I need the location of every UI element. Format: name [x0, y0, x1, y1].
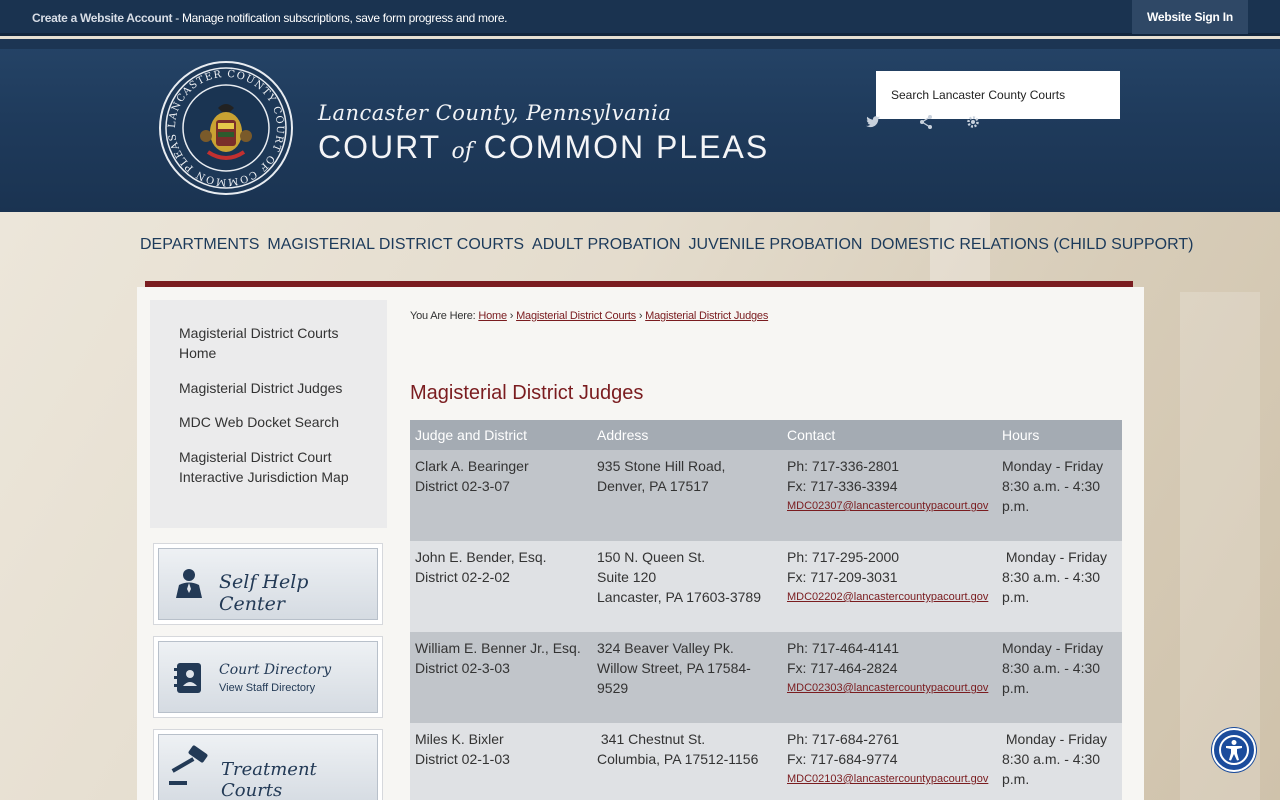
hours-days: Monday - Friday	[1002, 731, 1108, 747]
address-line: 341 Chestnut St.	[597, 731, 706, 747]
top-bar: Create a Website Account - Manage notifi…	[0, 0, 1280, 36]
account-message: Create a Website Account - Manage notifi…	[32, 11, 508, 25]
table-header-row: Judge and District Address Contact Hours	[410, 420, 1122, 450]
sidemenu-item-jurisdiction-map[interactable]: Magisterial District Court Interactive J…	[179, 447, 354, 487]
judge-district: District 02-3-07	[415, 478, 510, 494]
court-directory-button[interactable]: Court Directory View Staff Directory	[153, 636, 383, 718]
table-row: William E. Benner Jr., Esq. District 02-3…	[410, 632, 1122, 723]
sidemenu-item-judges[interactable]: Magisterial District Judges	[179, 378, 359, 398]
account-message-text: - Manage notification subscriptions, sav…	[172, 11, 508, 25]
self-help-label: Self Help Center	[219, 571, 309, 615]
table-row: Clark A. Bearinger District 02-3-07 935 S…	[410, 450, 1122, 541]
hours-time: 8:30 a.m. - 4:30 p.m.	[1002, 569, 1101, 605]
address-line: Lancaster, PA 17603-3789	[597, 589, 761, 605]
col-header-address: Address	[592, 420, 782, 450]
phone: Ph: 717-295-2000	[787, 549, 900, 565]
col-header-hours: Hours	[997, 420, 1122, 450]
sidemenu-item-mdc-home[interactable]: Magisterial District Courts Home	[179, 323, 359, 363]
treatment-courts-label: Treatment Courts	[221, 759, 317, 800]
sign-in-button[interactable]: Website Sign In	[1132, 0, 1248, 34]
judges-table: Judge and District Address Contact Hours…	[410, 420, 1122, 800]
email-link[interactable]: MDC02307@lancastercountypacourt.gov	[787, 496, 992, 516]
hours-time: 8:30 a.m. - 4:30 p.m.	[1002, 751, 1101, 787]
judge-district: District 02-1-03	[415, 751, 510, 767]
nav-adult-probation[interactable]: ADULT PROBATION	[532, 236, 680, 254]
breadcrumb-home[interactable]: Home	[478, 310, 507, 322]
site-title-line2: COURT of COMMON PLEAS	[318, 129, 770, 165]
email-link[interactable]: MDC02303@lancastercountypacourt.gov	[787, 678, 992, 698]
breadcrumb-judges[interactable]: Magisterial District Judges	[645, 310, 768, 322]
judge-district: District 02-2-02	[415, 569, 510, 585]
site-title-line1: Lancaster County, Pennsylvania	[318, 101, 672, 125]
self-help-button[interactable]: Self Help Center	[153, 543, 383, 625]
court-directory-sublabel: View Staff Directory	[219, 682, 316, 694]
email-link[interactable]: MDC02202@lancastercountypacourt.gov	[787, 587, 992, 607]
address-line: Willow Street, PA 17584-9529	[597, 660, 751, 696]
hours-days: Monday - Friday	[1002, 640, 1104, 656]
accessibility-button[interactable]	[1212, 728, 1256, 772]
side-menu: Magisterial District Courts Home Magiste…	[150, 300, 387, 528]
person-icon	[176, 569, 202, 598]
address-book-icon	[174, 663, 201, 693]
nav-departments[interactable]: DEPARTMENTS	[140, 236, 259, 254]
judge-name: Miles K. Bixler	[415, 731, 504, 747]
twitter-icon[interactable]	[865, 114, 881, 130]
phone: Ph: 717-684-2761	[787, 731, 900, 747]
address-line: Columbia, PA 17512-1156	[597, 751, 759, 767]
col-header-contact: Contact	[782, 420, 997, 450]
fax: Fx: 717-336-3394	[787, 478, 898, 494]
gear-icon[interactable]	[965, 114, 981, 130]
nav-magisterial-district-courts[interactable]: MAGISTERIAL DISTRICT COURTS	[267, 236, 524, 254]
judge-name: John E. Bender, Esq.	[415, 549, 547, 565]
breadcrumb: You Are Here: Home › Magisterial Distric…	[410, 310, 769, 322]
site-title[interactable]: Lancaster County, Pennsylvania COURT of …	[318, 101, 769, 166]
hours-days: Monday - Friday	[1002, 549, 1108, 565]
page-title: Magisterial District Judges	[410, 382, 644, 404]
search-input[interactable]	[876, 71, 1120, 119]
phone: Ph: 717-464-4141	[787, 640, 900, 656]
hours-time: 8:30 a.m. - 4:30 p.m.	[1002, 660, 1101, 696]
phone: Ph: 717-336-2801	[787, 458, 900, 474]
judge-name: William E. Benner Jr., Esq.	[415, 640, 581, 656]
share-icon[interactable]	[918, 114, 934, 130]
table-row: John E. Bender, Esq. District 02-2-02 150…	[410, 541, 1122, 632]
accessibility-icon	[1219, 735, 1249, 765]
table-row: Miles K. Bixler District 02-1-03 341 Ches…	[410, 723, 1122, 800]
address-line: 150 N. Queen St.	[597, 549, 706, 565]
address-line: Denver, PA 17517	[597, 478, 709, 494]
judge-district: District 02-3-03	[415, 660, 510, 676]
site-header: LANCASTER COUNTY COURT OF COMMON PLEAS •…	[0, 39, 1280, 212]
create-account-link[interactable]: Create a Website Account	[32, 11, 172, 25]
email-link[interactable]: MDC02103@lancastercountypacourt.gov	[787, 769, 992, 789]
sidemenu-item-web-docket[interactable]: MDC Web Docket Search	[179, 412, 359, 432]
address-line: 935 Stone Hill Road,	[597, 458, 726, 474]
gavel-icon	[169, 745, 208, 785]
court-directory-label: Court Directory	[219, 662, 332, 678]
nav-domestic-relations[interactable]: DOMESTIC RELATIONS (CHILD SUPPORT)	[870, 236, 1193, 254]
court-seal-logo[interactable]: LANCASTER COUNTY COURT OF COMMON PLEAS •…	[158, 60, 294, 196]
fax: Fx: 717-209-3031	[787, 569, 898, 585]
address-line: Suite 120	[597, 569, 657, 585]
breadcrumb-mdc[interactable]: Magisterial District Courts	[516, 310, 636, 322]
address-line: 324 Beaver Valley Pk.	[597, 640, 734, 656]
main-nav: DEPARTMENTS MAGISTERIAL DISTRICT COURTS …	[140, 236, 1201, 254]
treatment-courts-button[interactable]: Treatment Courts	[153, 729, 383, 800]
nav-juvenile-probation[interactable]: JUVENILE PROBATION	[689, 236, 863, 254]
hours-time: 8:30 a.m. - 4:30 p.m.	[1002, 478, 1101, 514]
judge-name: Clark A. Bearinger	[415, 458, 529, 474]
hours-days: Monday - Friday	[1002, 458, 1104, 474]
fax: Fx: 717-684-9774	[787, 751, 898, 767]
fax: Fx: 717-464-2824	[787, 660, 898, 676]
col-header-judge: Judge and District	[410, 420, 592, 450]
